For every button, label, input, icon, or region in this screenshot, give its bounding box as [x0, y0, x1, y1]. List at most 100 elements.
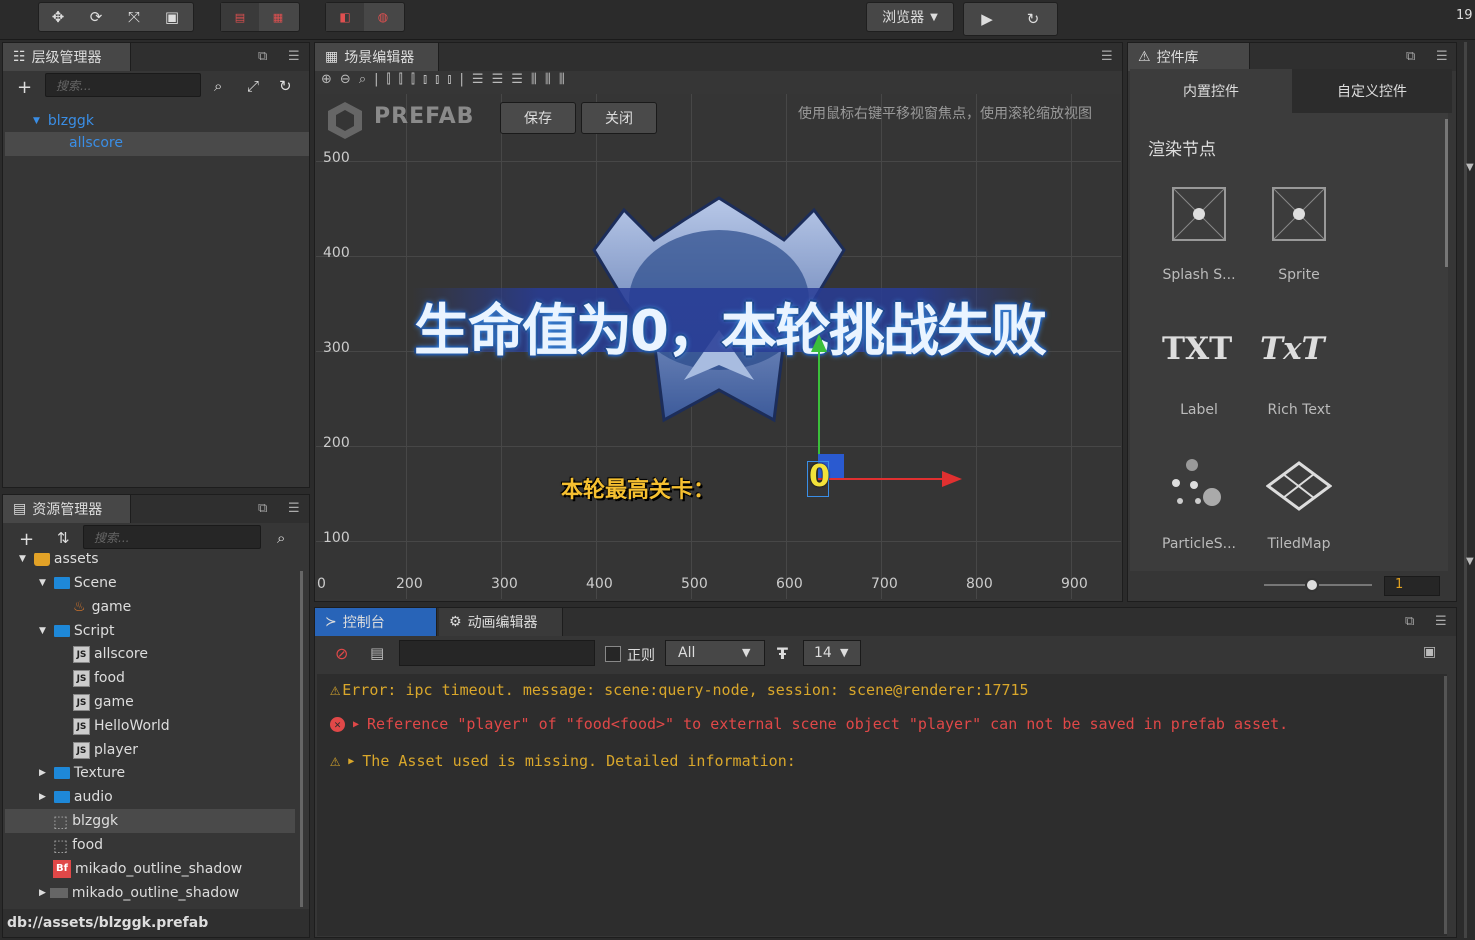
popout-icon[interactable]: ⧉	[258, 49, 267, 64]
distribute-bottom-icon[interactable]: ☰	[511, 72, 523, 94]
pivot-local-icon[interactable]: ▤	[221, 3, 259, 31]
tree-item[interactable]: ▼ Script	[39, 619, 115, 643]
sprite-icon[interactable]	[1272, 187, 1326, 241]
scrollbar[interactable]	[300, 571, 303, 907]
richtext-icon[interactable]: TxT	[1260, 331, 1325, 367]
log-entry[interactable]: ⚠ Error: ipc timeout. message: scene:que…	[330, 680, 1029, 700]
label-icon[interactable]: TXT	[1162, 331, 1232, 367]
open-log-file-icon[interactable]: ▤	[370, 644, 384, 662]
console-tab[interactable]: ≻ 控制台	[315, 608, 437, 636]
zoom-slider-thumb[interactable]	[1305, 578, 1319, 592]
hierarchy-tab[interactable]: ☷ 层级管理器	[3, 43, 131, 71]
add-node-icon[interactable]: +	[17, 77, 32, 98]
align-top-icon[interactable]: ⫿	[386, 72, 390, 94]
clear-log-icon[interactable]: ⊘	[335, 644, 348, 663]
zoom-out-icon[interactable]: ⊖	[340, 72, 351, 94]
gizmo-2d-icon[interactable]: ◧	[326, 3, 364, 31]
gizmo-x-axis[interactable]	[818, 478, 944, 480]
folder-icon: ▤	[13, 501, 27, 517]
regex-checkbox[interactable]	[605, 646, 621, 662]
align-right-icon[interactable]: ⫾	[447, 72, 451, 94]
search-icon[interactable]: ⌕	[277, 529, 285, 547]
align-left-icon[interactable]: ⫾	[423, 72, 427, 94]
gizmo-y-arrow-icon[interactable]	[811, 334, 827, 352]
expand-icon[interactable]: ⤢	[247, 77, 259, 95]
search-icon[interactable]: ⌕	[214, 77, 222, 95]
tree-item[interactable]: ⬚ food	[53, 833, 103, 857]
scale-tool-icon[interactable]: ⤧	[115, 3, 153, 31]
particle-icon[interactable]	[1168, 457, 1228, 513]
main-toolbar: ✥ ⟳ ⤧ ▣ ▤ ▦ ◧ ◍ 浏览器 ▼ ▶ ↻ 19	[0, 0, 1475, 40]
zoom-in-icon[interactable]: ⊕	[321, 72, 332, 94]
widget-library-tab[interactable]: ⚠ 控件库	[1128, 43, 1250, 71]
menu-icon[interactable]: ☰	[1436, 49, 1448, 64]
rotate-tool-icon[interactable]: ⟳	[77, 3, 115, 31]
tree-node-selected[interactable]: allscore	[5, 132, 309, 156]
menu-icon[interactable]: ☰	[288, 501, 300, 516]
close-button[interactable]: 关闭	[581, 102, 657, 134]
scrollbar[interactable]	[1445, 119, 1448, 267]
popout-icon[interactable]: ⧉	[1405, 614, 1414, 629]
tab-builtin-widgets[interactable]: 内置控件	[1130, 69, 1292, 113]
distribute-right-icon[interactable]: ⫼	[559, 72, 565, 94]
console-filter-input[interactable]	[399, 640, 595, 666]
scrollbar[interactable]	[1444, 676, 1447, 934]
tree-item[interactable]: JS food	[73, 666, 125, 690]
zoom-input[interactable]: 1	[1384, 576, 1440, 596]
gizmo-3d-icon[interactable]: ◍	[364, 3, 402, 31]
align-bottom-icon[interactable]: ⫿	[411, 72, 415, 94]
tree-item-selected[interactable]: ⬚ blzggk	[5, 809, 295, 833]
menu-icon[interactable]: ☰	[1101, 49, 1113, 64]
menu-icon[interactable]: ☰	[1435, 614, 1447, 629]
distribute-hcenter-icon[interactable]: ⫼	[545, 72, 551, 94]
assets-tab[interactable]: ▤ 资源管理器	[3, 495, 131, 523]
sort-icon[interactable]: ⇅	[57, 529, 70, 547]
splash-sprite-icon[interactable]	[1172, 187, 1226, 241]
add-asset-icon[interactable]: +	[19, 529, 34, 550]
popout-icon[interactable]: ⧉	[1406, 49, 1415, 64]
tree-item[interactable]: ▶ audio	[39, 785, 113, 809]
font-size-select[interactable]: 14 ▼	[803, 640, 861, 666]
pivot-global-icon[interactable]: ▦	[259, 3, 297, 31]
tree-item[interactable]: ▼ Scene	[39, 571, 117, 595]
distribute-left-icon[interactable]: ⫼	[531, 72, 537, 94]
tree-item[interactable]: JS allscore	[73, 642, 148, 666]
align-hcenter-icon[interactable]: ⫾	[435, 72, 439, 94]
popout-icon[interactable]: ⧉	[258, 501, 267, 516]
menu-icon[interactable]: ☰	[288, 49, 300, 64]
tree-item[interactable]: ▶ mikado_outline_shadow	[39, 881, 239, 905]
log-level-select[interactable]: All ▼	[665, 640, 765, 666]
tree-item[interactable]: ♨ game	[73, 595, 131, 619]
tree-item[interactable]: ▼ assets	[19, 553, 99, 571]
refresh-icon[interactable]: ↻	[1010, 3, 1056, 35]
collapse-icon[interactable]: ▣	[1423, 644, 1436, 660]
log-entry[interactable]: ✕ ▶ Reference "player" of "food<food>" t…	[330, 715, 1288, 733]
tree-node[interactable]: ▼ blzggk	[33, 109, 94, 133]
animation-editor-tab[interactable]: ⚙ 动画编辑器	[439, 608, 563, 636]
tree-item[interactable]: JS HelloWorld	[73, 714, 170, 738]
log-entry[interactable]: ⚠ ▶ The Asset used is missing. Detailed …	[330, 751, 796, 771]
distribute-vcenter-icon[interactable]: ☰	[492, 72, 504, 94]
scene-editor-tab[interactable]: ▦ 场景编辑器	[315, 43, 439, 71]
zoom-reset-icon[interactable]: ⌕	[359, 72, 366, 94]
hierarchy-search-input[interactable]: 搜索...	[45, 73, 201, 97]
scene-viewport[interactable]: 500 400 300 200 100 0 200 300 400 500 60…	[316, 94, 1121, 599]
refresh-icon[interactable]: ↻	[279, 77, 292, 95]
tab-custom-widgets[interactable]: 自定义控件	[1292, 69, 1452, 113]
tree-item[interactable]: ▶ Texture	[39, 761, 125, 785]
browser-select[interactable]: 浏览器 ▼	[866, 2, 954, 32]
assets-search-input[interactable]: 搜索...	[83, 525, 261, 549]
play-icon[interactable]: ▶	[964, 3, 1010, 35]
tree-item[interactable]: JS player	[73, 738, 138, 762]
align-vcenter-icon[interactable]: ⫿	[399, 72, 403, 94]
tree-item[interactable]: Bf mikado_outline_shadow	[53, 857, 242, 881]
tree-item[interactable]: JS game	[73, 690, 134, 714]
tiledmap-icon[interactable]	[1265, 461, 1333, 511]
move-tool-icon[interactable]: ✥	[39, 3, 77, 31]
save-button[interactable]: 保存	[500, 102, 576, 134]
distribute-top-icon[interactable]: ☰	[472, 72, 484, 94]
rect-tool-icon[interactable]: ▣	[153, 3, 191, 31]
chevron-down-icon[interactable]: ▼	[1466, 162, 1474, 173]
chevron-down-icon[interactable]: ▼	[1466, 556, 1474, 567]
gizmo-x-arrow-icon[interactable]	[942, 471, 962, 487]
